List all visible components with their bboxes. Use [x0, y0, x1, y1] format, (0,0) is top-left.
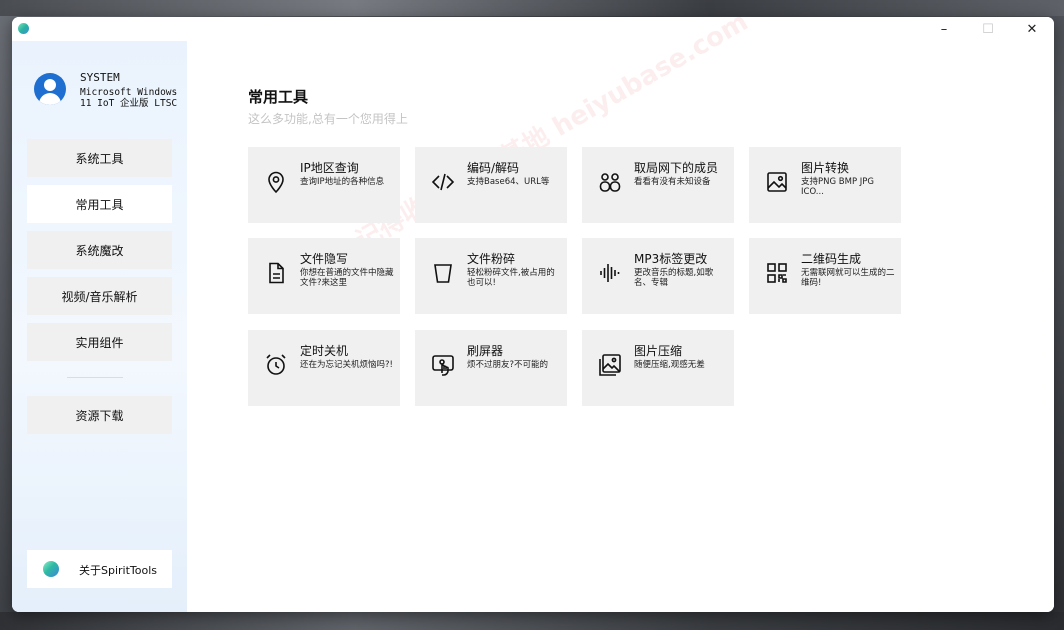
tool-card-title: IP地区查询 — [300, 161, 359, 175]
tool-card-desc: 看看有没有未知设备 — [634, 177, 711, 187]
sidebar-item-resource-download[interactable]: 资源下载 — [27, 396, 172, 434]
tool-card-desc: 随便压缩,观感无差 — [634, 360, 705, 370]
alarm-clock-icon — [264, 353, 288, 377]
sidebar-item-label: 系统魔改 — [75, 243, 124, 258]
user-profile: SYSTEM Microsoft Windows 11 IoT 企业版 LTSC — [34, 71, 184, 121]
people-icon — [598, 170, 622, 194]
page-subtitle: 这么多功能,总有一个您用得上 — [248, 112, 408, 126]
tool-card-desc: 你想在普通的文件中隐藏文件?来这里 — [300, 268, 394, 288]
trash-bin-icon — [431, 261, 455, 285]
tool-card-ip-lookup[interactable]: IP地区查询 查询IP地址的各种信息 — [248, 147, 400, 223]
tool-card-title: 定时关机 — [300, 344, 349, 358]
sidebar-item-label: 资源下载 — [75, 408, 124, 423]
sidebar-item-label: 常用工具 — [75, 197, 124, 212]
sidebar-item-utility-components[interactable]: 实用组件 — [27, 323, 172, 361]
qr-code-icon — [765, 261, 789, 285]
tool-card-image-compress[interactable]: 图片压缩 随便压缩,观感无差 — [582, 330, 734, 406]
main-content: 记得收藏:黑域基地 heiyubase.com 常用工具 这么多功能,总有一个您… — [187, 17, 1054, 612]
tool-card-file-shredder[interactable]: 文件粉碎 轻松粉碎文件,被占用的也可以! — [415, 238, 567, 314]
user-os-version: Microsoft Windows 11 IoT 企业版 LTSC — [80, 87, 178, 109]
tool-card-desc: 轻松粉碎文件,被占用的也可以! — [467, 268, 555, 288]
tool-card-title: 图片转换 — [801, 161, 850, 175]
page-title: 常用工具 — [248, 88, 309, 106]
touch-screen-icon — [431, 353, 455, 377]
tool-card-lan-members[interactable]: 取局网下的成员 看看有没有未知设备 — [582, 147, 734, 223]
user-name: SYSTEM — [80, 71, 120, 84]
tool-card-desc: 还在为忘记关机烦恼吗?! — [300, 360, 393, 370]
tool-card-desc: 查询IP地址的各种信息 — [300, 177, 385, 187]
tool-card-mp3-tag-edit[interactable]: MP3标签更改 更改音乐的标题,如歌名、专辑 — [582, 238, 734, 314]
user-avatar-icon — [34, 73, 66, 105]
location-pin-icon — [264, 170, 288, 194]
desktop-background-bottom — [0, 612, 1064, 630]
tool-card-qr-generator[interactable]: 二维码生成 无需联网就可以生成的二维码! — [749, 238, 901, 314]
title-bar[interactable]: – ☐ ✕ — [12, 17, 1054, 41]
tool-card-title: MP3标签更改 — [634, 252, 708, 266]
sidebar-item-label: 系统工具 — [75, 151, 124, 166]
image-icon — [765, 170, 789, 194]
tool-card-title: 编码/解码 — [467, 161, 520, 175]
about-button[interactable]: 关于SpiritTools — [27, 550, 172, 588]
desktop-background-top — [0, 0, 1064, 16]
sidebar-item-system-mods[interactable]: 系统魔改 — [27, 231, 172, 269]
minimize-button[interactable]: – — [922, 17, 966, 41]
tool-card-desc: 烦不过朋友?不可能的 — [467, 360, 549, 370]
tool-card-desc: 无需联网就可以生成的二维码! — [801, 268, 895, 288]
tool-card-encode-decode[interactable]: 编码/解码 支持Base64、URL等 — [415, 147, 567, 223]
code-icon — [431, 170, 455, 194]
tool-card-file-steganography[interactable]: 文件隐写 你想在普通的文件中隐藏文件?来这里 — [248, 238, 400, 314]
tool-card-scheduled-shutdown[interactable]: 定时关机 还在为忘记关机烦恼吗?! — [248, 330, 400, 406]
sidebar-item-video-music-parse[interactable]: 视频/音乐解析 — [27, 277, 172, 315]
app-window: – ☐ ✕ SYSTEM Microsoft Windows 11 IoT 企业… — [12, 17, 1054, 612]
document-icon — [264, 261, 288, 285]
tool-card-title: 文件粉碎 — [467, 252, 516, 266]
tool-card-title: 刷屏器 — [467, 344, 504, 358]
tool-card-title: 取局网下的成员 — [634, 161, 719, 175]
sidebar-item-label: 视频/音乐解析 — [61, 289, 138, 304]
tool-card-title: 二维码生成 — [801, 252, 862, 266]
tool-card-desc: 支持PNG BMP JPG ICO... — [801, 177, 874, 197]
tool-card-desc: 更改音乐的标题,如歌名、专辑 — [634, 268, 714, 288]
tool-card-title: 图片压缩 — [634, 344, 683, 358]
audio-wave-icon — [598, 261, 622, 285]
sidebar-divider — [67, 377, 123, 378]
sidebar: SYSTEM Microsoft Windows 11 IoT 企业版 LTSC… — [12, 41, 187, 612]
tool-card-desc: 支持Base64、URL等 — [467, 177, 550, 187]
spirittools-logo-icon — [43, 561, 59, 577]
image-compress-icon — [598, 353, 622, 377]
tool-card-screen-spammer[interactable]: 刷屏器 烦不过朋友?不可能的 — [415, 330, 567, 406]
tool-card-title: 文件隐写 — [300, 252, 349, 266]
maximize-button[interactable]: ☐ — [966, 17, 1010, 41]
sidebar-item-system-tools[interactable]: 系统工具 — [27, 139, 172, 177]
close-button[interactable]: ✕ — [1010, 17, 1054, 41]
sidebar-item-common-tools[interactable]: 常用工具 — [27, 185, 172, 223]
about-label: 关于SpiritTools — [79, 564, 158, 577]
sidebar-item-label: 实用组件 — [75, 335, 124, 350]
tool-card-image-convert[interactable]: 图片转换 支持PNG BMP JPG ICO... — [749, 147, 901, 223]
app-logo-icon — [18, 23, 29, 34]
